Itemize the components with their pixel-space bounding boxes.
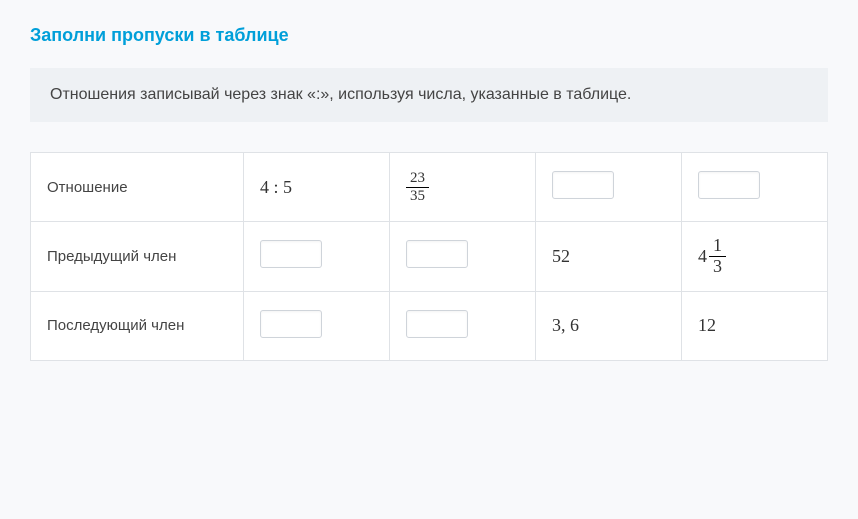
cell-ratio-3[interactable] xyxy=(536,153,682,222)
hint-box: Отношения записывай через знак «:», испо… xyxy=(30,68,828,122)
mixed-number: 4 1 3 xyxy=(698,236,726,277)
input-box[interactable] xyxy=(406,240,468,268)
cell-ratio-1: 4 : 5 xyxy=(244,153,390,222)
cell-next-3: 3, 6 xyxy=(536,291,682,360)
table-row: Отношение 4 : 5 23 35 xyxy=(31,153,828,222)
table-row: Последующий член 3, 6 12 xyxy=(31,291,828,360)
page-title: Заполни пропуски в таблице xyxy=(30,25,828,46)
row-label: Отношение xyxy=(31,153,244,222)
cell-prev-2[interactable] xyxy=(390,222,536,292)
row-label: Последующий член xyxy=(31,291,244,360)
table-row: Предыдущий член 52 4 1 3 xyxy=(31,222,828,292)
cell-prev-1[interactable] xyxy=(244,222,390,292)
cell-prev-3: 52 xyxy=(536,222,682,292)
input-box[interactable] xyxy=(552,171,614,199)
fraction: 23 35 xyxy=(406,170,429,204)
input-box[interactable] xyxy=(260,240,322,268)
input-box[interactable] xyxy=(260,310,322,338)
input-box[interactable] xyxy=(698,171,760,199)
row-label: Предыдущий член xyxy=(31,222,244,292)
cell-ratio-4[interactable] xyxy=(682,153,828,222)
input-box[interactable] xyxy=(406,310,468,338)
cell-ratio-2: 23 35 xyxy=(390,153,536,222)
exercise-table: Отношение 4 : 5 23 35 Предыдущий член 52… xyxy=(30,152,828,361)
cell-next-2[interactable] xyxy=(390,291,536,360)
cell-prev-4: 4 1 3 xyxy=(682,222,828,292)
cell-next-1[interactable] xyxy=(244,291,390,360)
cell-next-4: 12 xyxy=(682,291,828,360)
